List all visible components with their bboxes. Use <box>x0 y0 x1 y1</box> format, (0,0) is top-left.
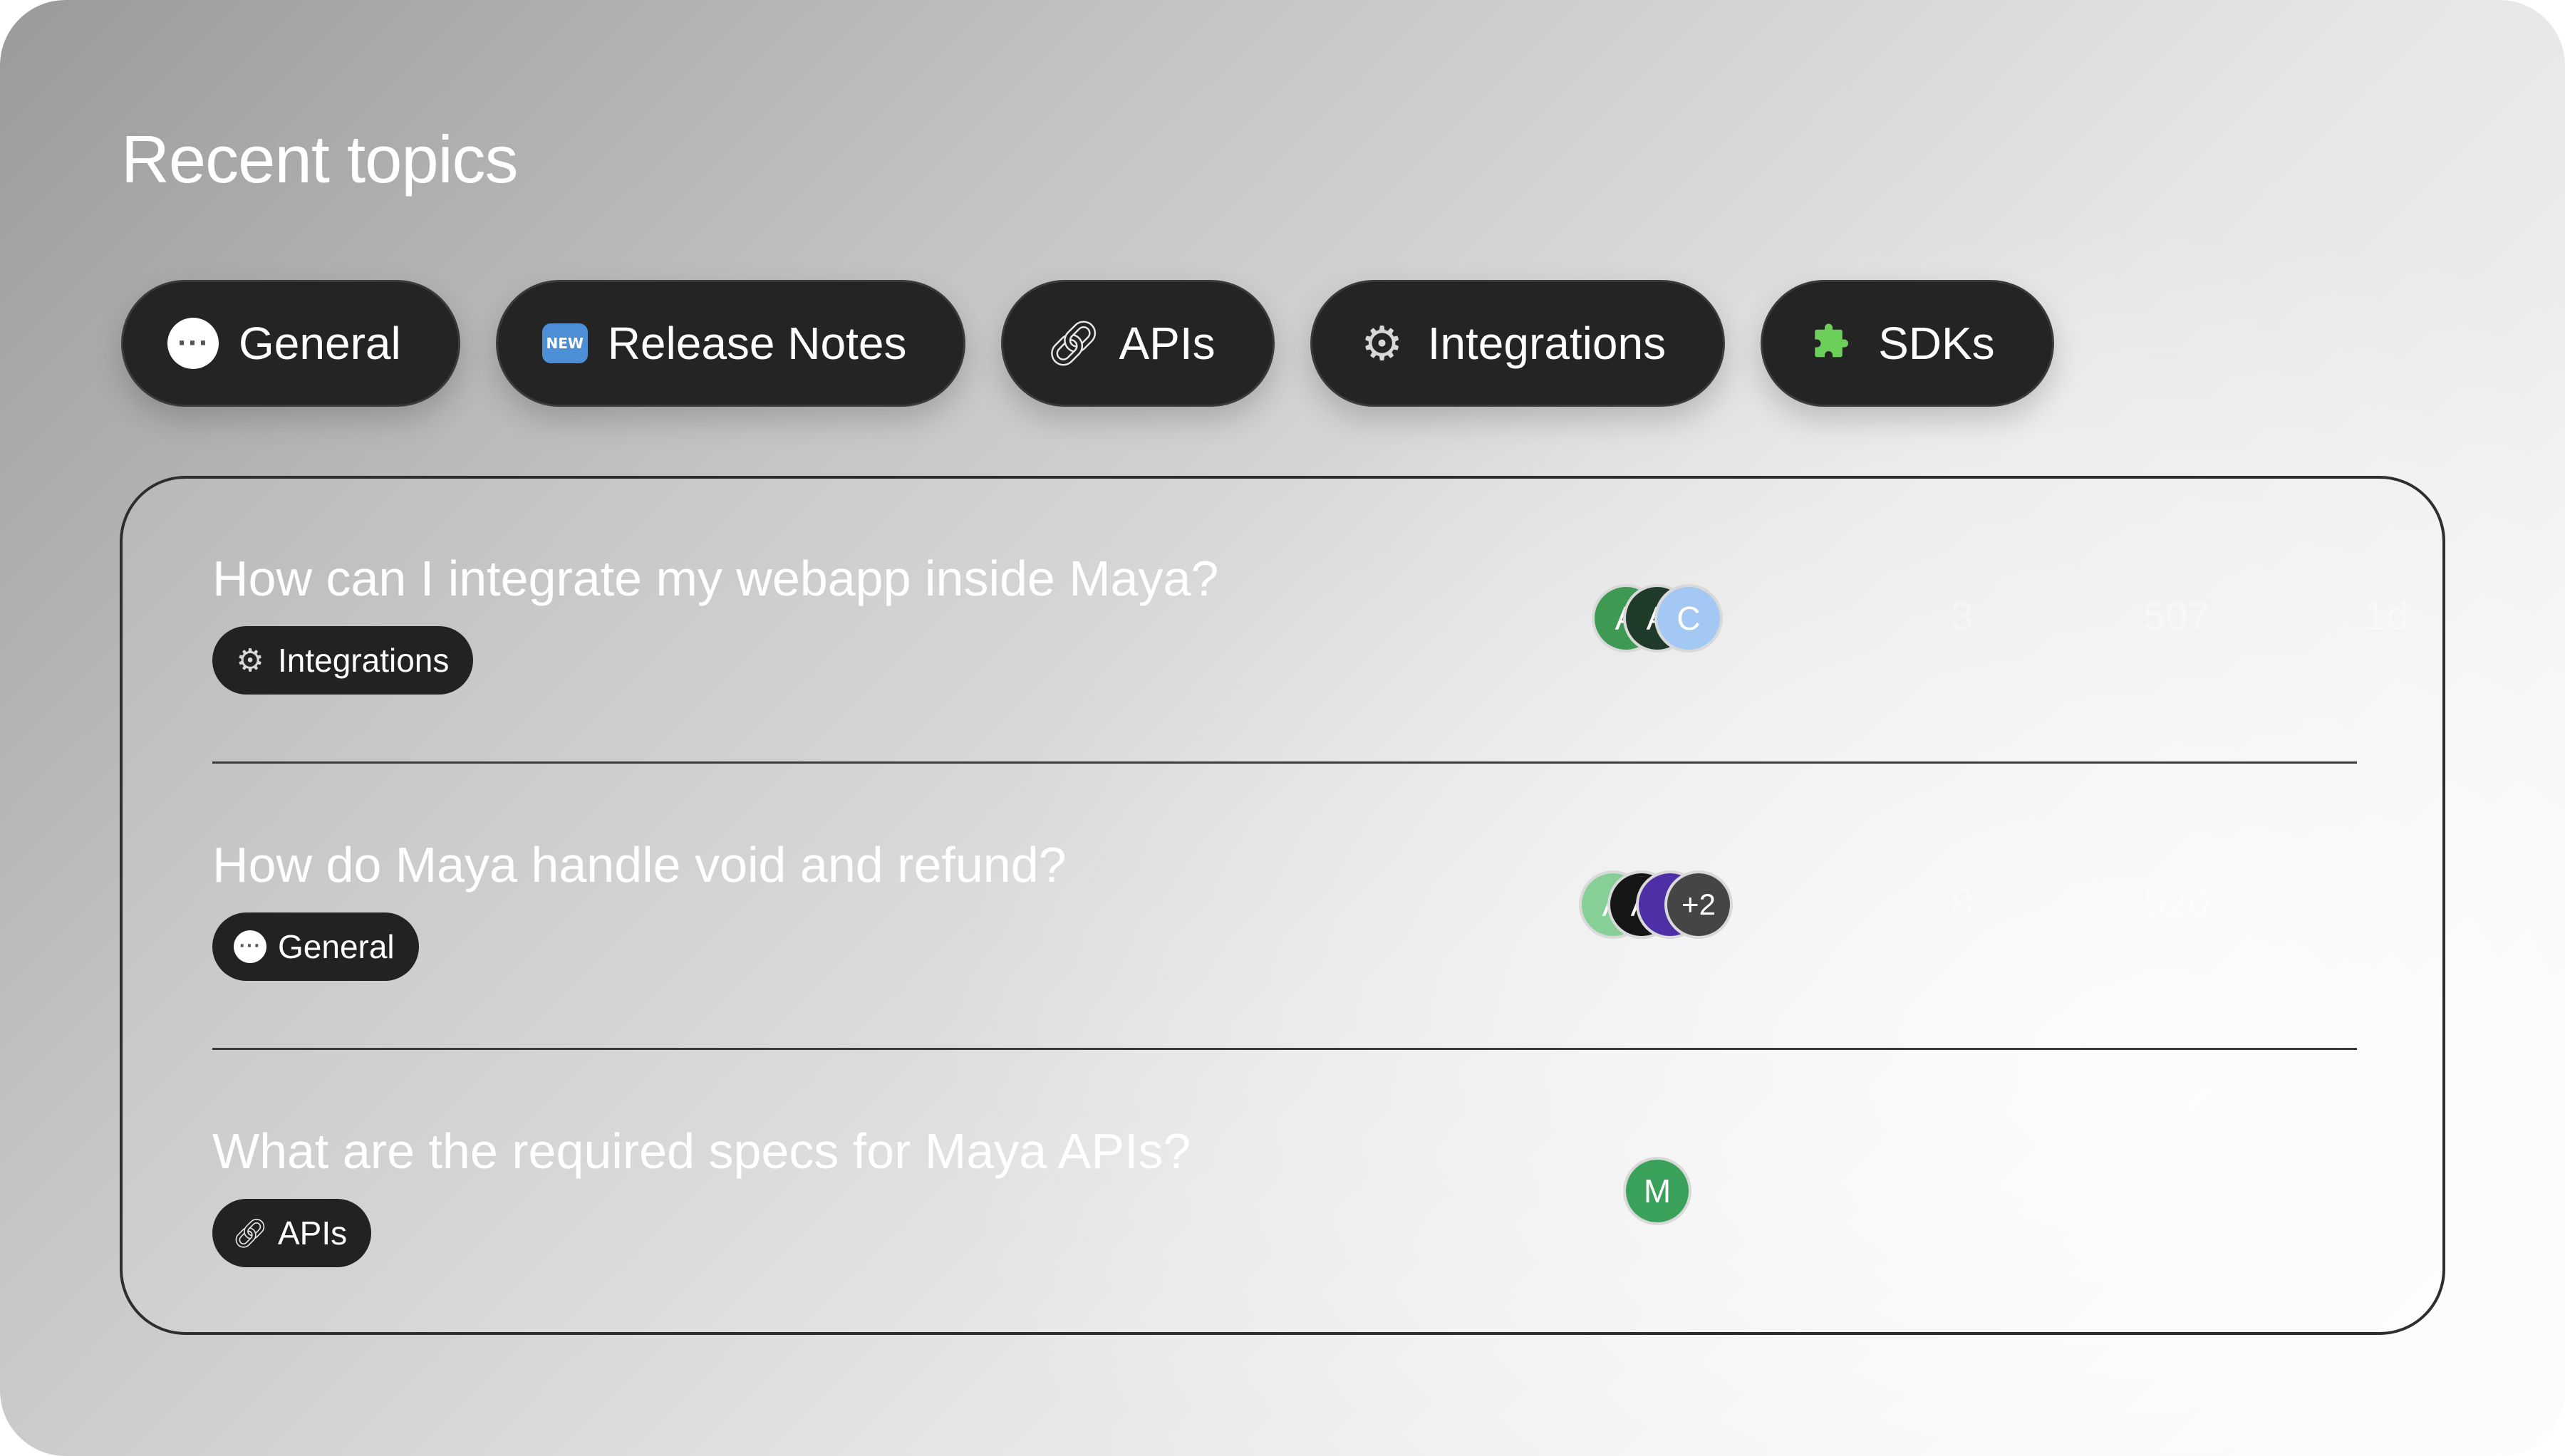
chip-label: Release Notes <box>607 318 907 369</box>
link-icon: 🔗︎ <box>1045 317 1102 369</box>
chip-sdks[interactable]: SDKs <box>1761 280 2054 407</box>
puzzle-piece-svg <box>1815 323 1849 358</box>
topic-row[interactable]: How can I integrate my webapp inside May… <box>212 479 2408 764</box>
chip-release-notes[interactable]: NEW Release Notes <box>495 280 966 407</box>
activity-time: 1d <box>2364 593 2409 638</box>
tag-label: General <box>278 928 395 965</box>
chip-integrations[interactable]: ⚙ Integrations <box>1310 280 1726 407</box>
row-divider <box>212 1048 2357 1050</box>
link-icon: 🔗︎ <box>232 1217 269 1250</box>
chip-label: Integrations <box>1427 318 1667 369</box>
row-divider <box>212 761 2357 764</box>
avatar: M <box>1623 1157 1691 1225</box>
page-title: Recent topics <box>121 122 519 197</box>
chip-label: SDKs <box>1878 318 1995 369</box>
views-count: 520 <box>2143 880 2210 925</box>
avatar-overflow-count: +2 <box>1664 870 1733 939</box>
replies-count: 3 <box>1951 593 1974 638</box>
chip-apis[interactable]: 🔗︎ APIs <box>1001 280 1275 407</box>
topic-tag-apis[interactable]: 🔗︎ APIs <box>212 1199 372 1267</box>
topic-tag-integrations[interactable]: ⚙ Integrations <box>212 626 474 695</box>
gear-icon: ⚙ <box>236 642 264 679</box>
topic-row[interactable]: How do Maya handle void and refund? ··· … <box>212 765 2357 1050</box>
speech-bubble-icon: ··· <box>234 930 266 963</box>
chip-general[interactable]: ··· General <box>121 280 460 407</box>
topic-tag-general[interactable]: ··· General <box>212 912 419 981</box>
views-count: 507 <box>2143 593 2210 638</box>
topic-row[interactable]: What are the required specs for Maya API… <box>212 1051 2357 1336</box>
topic-title[interactable]: What are the required specs for Maya API… <box>212 1123 1191 1180</box>
recent-topics-card: Recent topics ··· General NEW Release No… <box>0 0 2565 1456</box>
puzzle-piece-icon <box>1807 318 1858 369</box>
speech-bubble-icon: ··· <box>167 318 219 369</box>
topic-title[interactable]: How do Maya handle void and refund? <box>212 836 1067 893</box>
avatar: C <box>1654 584 1723 652</box>
tag-label: Integrations <box>278 642 450 679</box>
tag-label: APIs <box>278 1215 348 1252</box>
new-badge-icon: NEW <box>542 323 588 363</box>
category-chips: ··· General NEW Release Notes 🔗︎ APIs ⚙ … <box>121 280 2054 407</box>
replies-count: 8 <box>1951 880 1974 925</box>
chip-label: APIs <box>1119 318 1216 369</box>
chip-label: General <box>239 318 401 369</box>
gear-icon: ⚙ <box>1361 316 1404 371</box>
topics-list: How can I integrate my webapp inside May… <box>120 476 2445 1335</box>
topic-title[interactable]: How can I integrate my webapp inside May… <box>212 550 1218 607</box>
